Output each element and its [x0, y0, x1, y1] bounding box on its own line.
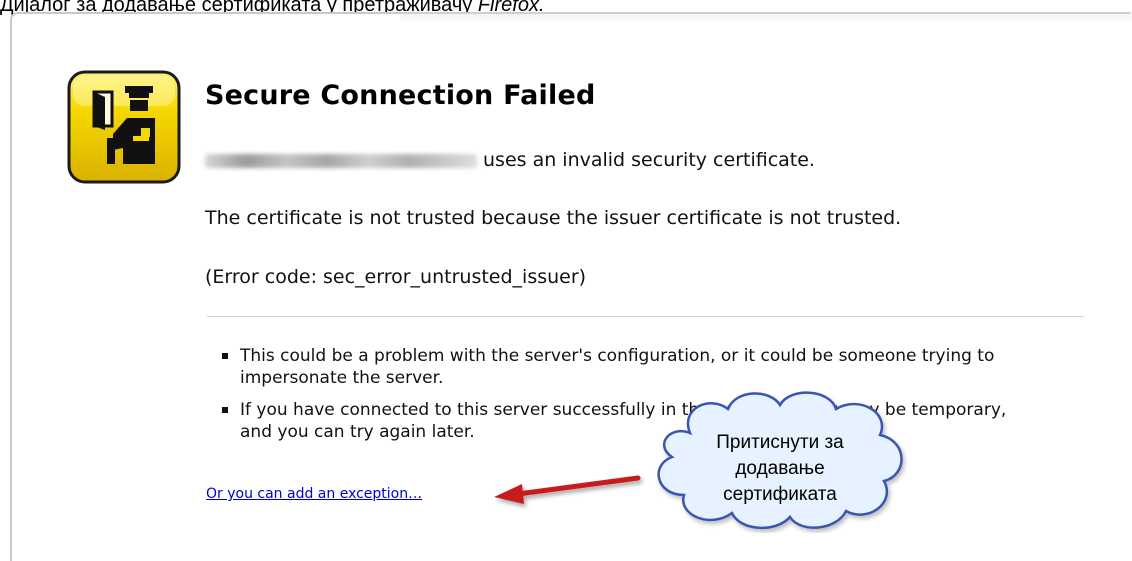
untrusted-issuer-text: The certificate is not trusted because t… [205, 207, 902, 229]
invalid-cert-line: uses an invalid security certificate. [205, 149, 815, 171]
callout-line-1: Притиснути за [716, 432, 844, 453]
arrow-left-icon [494, 475, 641, 504]
error-code-text: (Error code: sec_error_untrusted_issuer) [205, 266, 587, 288]
bullet-icon [222, 407, 228, 413]
bullet-icon [222, 353, 228, 359]
list-item-text: This could be a problem with the server'… [240, 346, 995, 388]
dialog-top-shadow [400, 12, 1132, 24]
callout-line-3: сертификата [723, 484, 837, 505]
divider [207, 316, 1084, 317]
page-title: Secure Connection Failed [205, 80, 596, 111]
page: Дијалог за додавање сертификата у претра… [0, 0, 1132, 561]
invalid-cert-text: uses an invalid security certificate. [483, 149, 815, 171]
blurred-hostname [205, 153, 477, 168]
security-officer-icon [67, 70, 181, 184]
callout-line-2: додавање [735, 458, 825, 479]
add-exception-link[interactable]: Or you can add an exception… [206, 486, 422, 502]
callout-text: Притиснути за додавање сертификата [680, 430, 880, 508]
